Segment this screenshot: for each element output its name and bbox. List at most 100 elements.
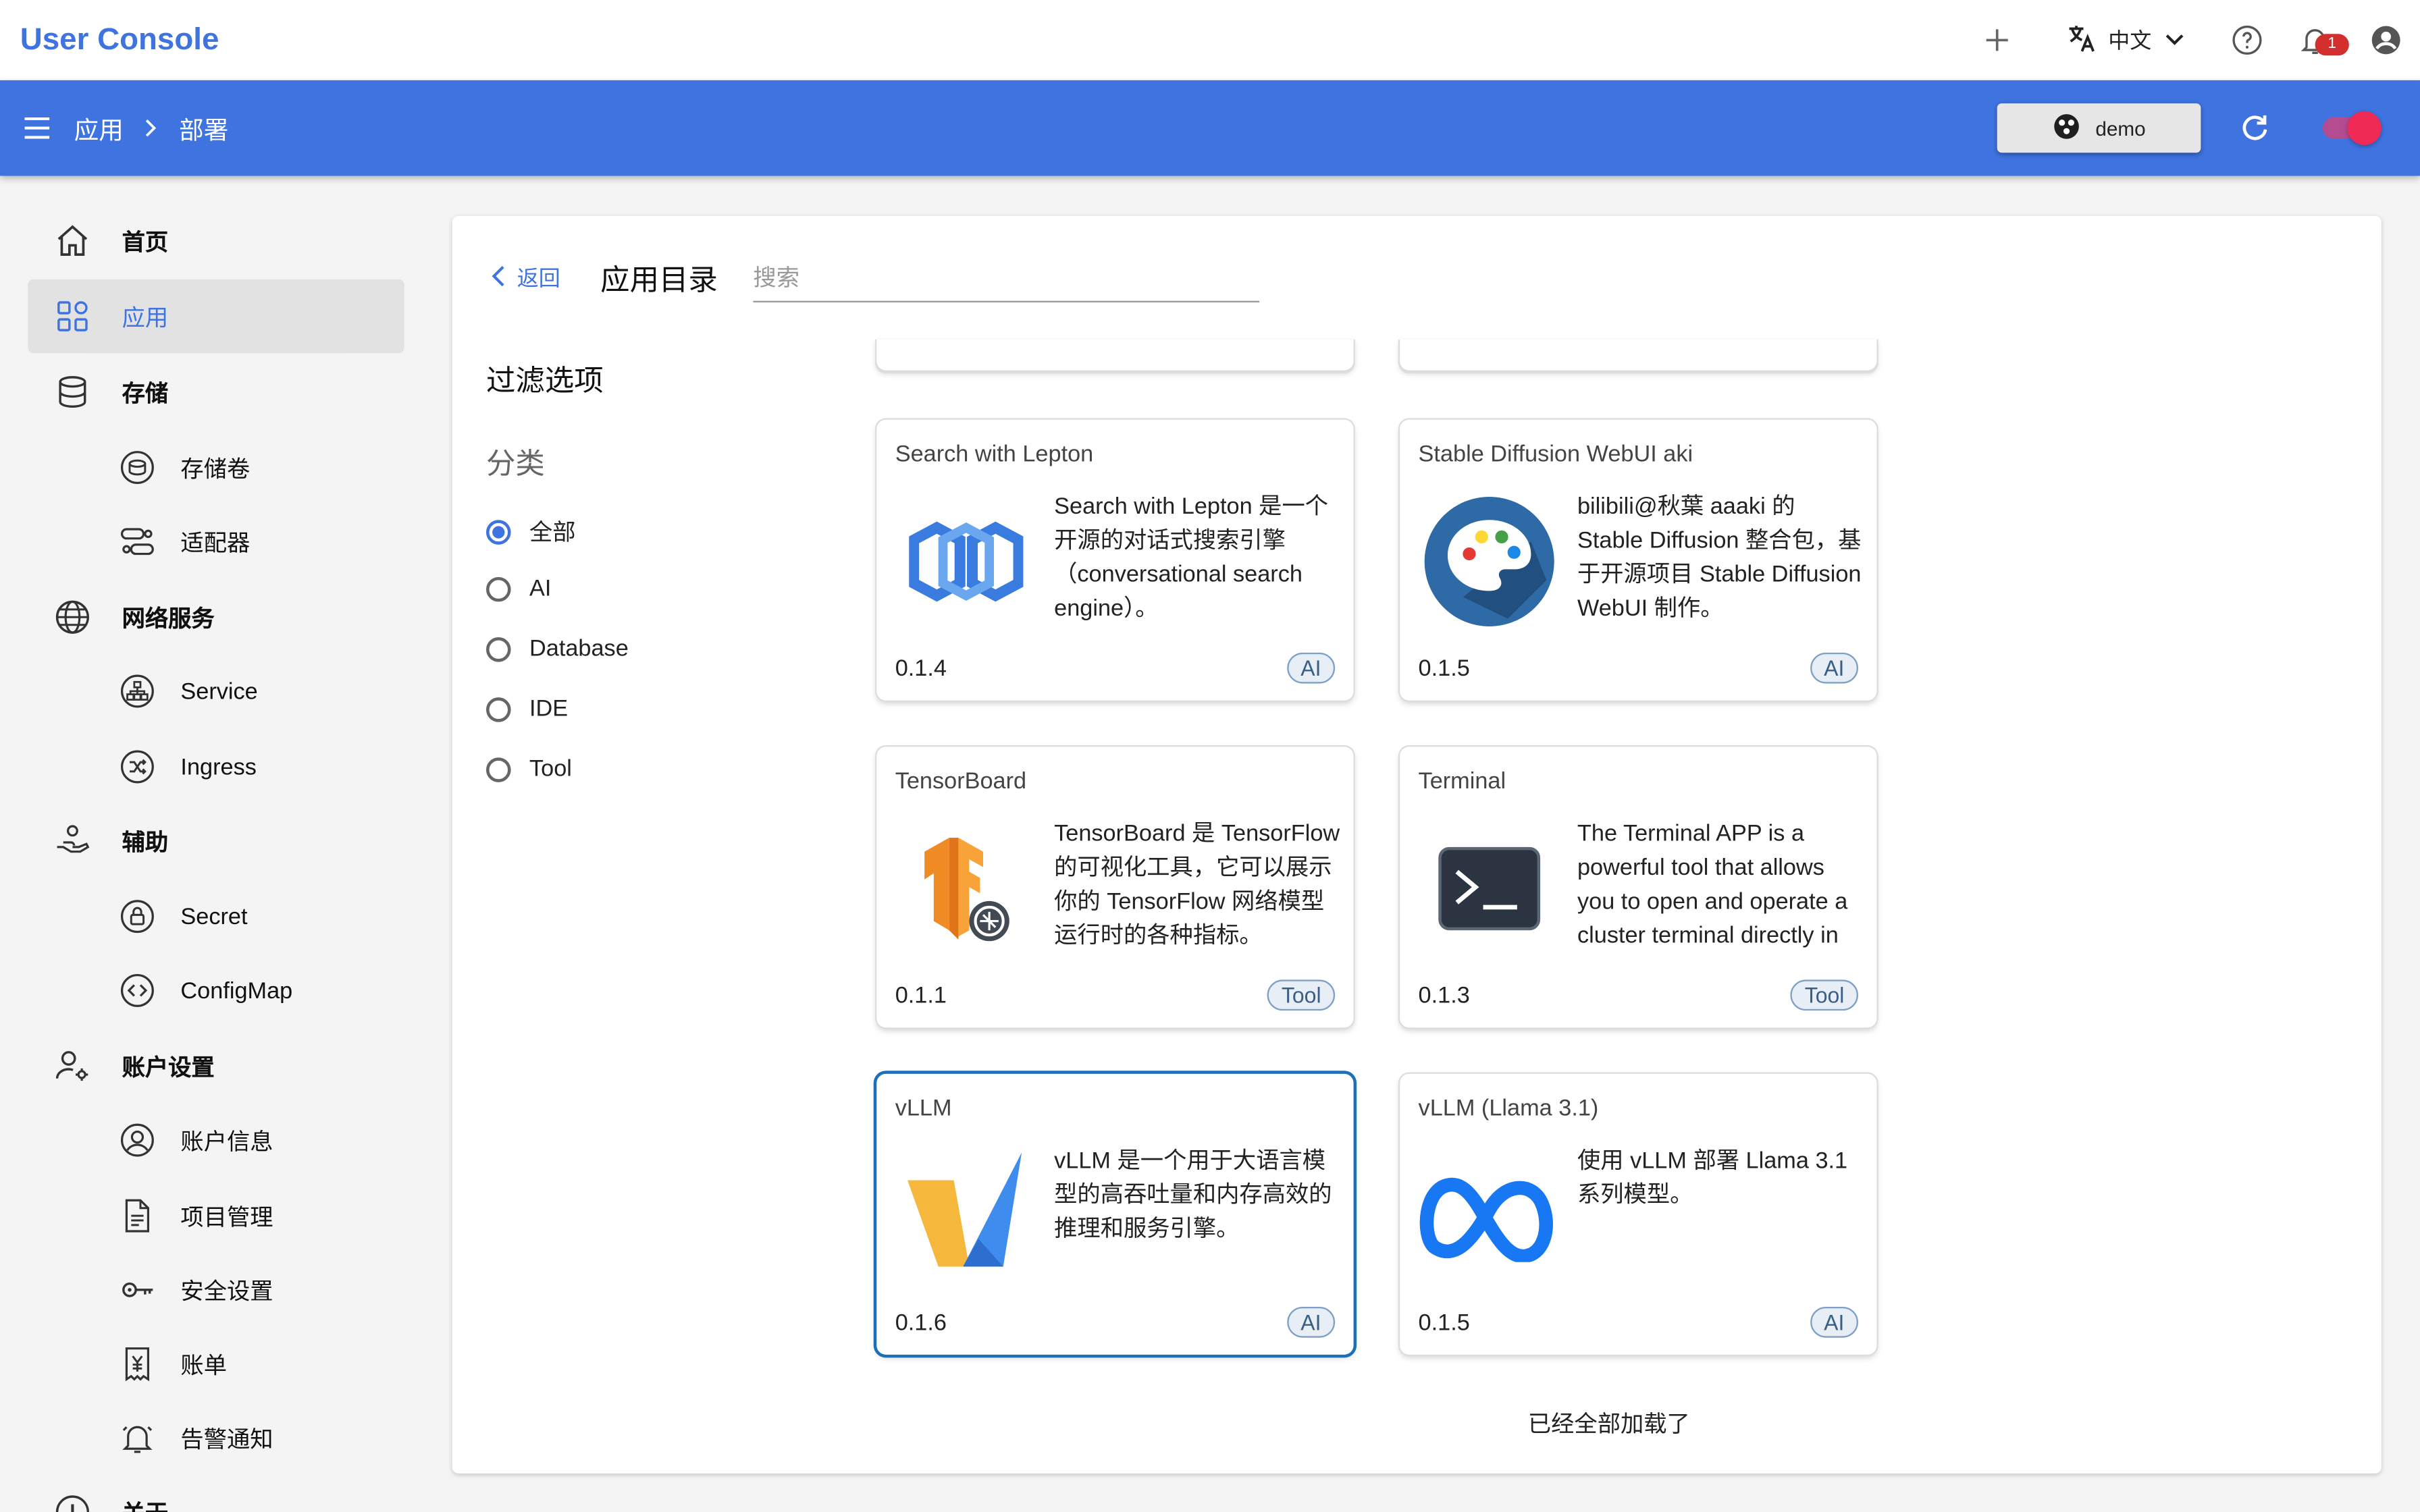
ingress-icon bbox=[119, 749, 156, 786]
app-card-search-with-lepton[interactable]: Search with Lepton Search with Lepton 是一… bbox=[876, 419, 1354, 701]
language-label: 中文 bbox=[2108, 28, 2152, 53]
home-icon bbox=[54, 222, 91, 259]
namespace-label: demo bbox=[2095, 116, 2146, 140]
sidebar-item-network[interactable]: 网络服务 bbox=[28, 580, 404, 654]
volume-icon bbox=[119, 449, 156, 486]
end-of-list-message: 已经全部加载了 bbox=[1527, 1411, 1690, 1438]
radio-button[interactable] bbox=[485, 519, 511, 544]
sidebar: 首页 应用 存储 存储卷 适配器 网络服务 Service Ingress 辅助… bbox=[0, 176, 432, 1512]
sidebar-item-billing[interactable]: 账单 bbox=[28, 1327, 404, 1401]
sidebar-item-projects[interactable]: 项目管理 bbox=[28, 1179, 404, 1253]
app-bar: 应用 部署 demo bbox=[0, 80, 2420, 176]
sidebar-item-account-info[interactable]: 账户信息 bbox=[28, 1103, 404, 1177]
app-title: Search with Lepton bbox=[895, 441, 1094, 468]
app-card-partial[interactable] bbox=[1400, 339, 1877, 371]
app-tag: AI bbox=[1286, 652, 1336, 684]
notification-badge: 1 bbox=[2315, 34, 2349, 56]
category-option-ide[interactable]: IDE bbox=[485, 696, 568, 722]
database-icon bbox=[54, 373, 91, 410]
app-card-vllm[interactable]: vLLM vLLM 是一个用于大语言模型的高吞吐量和内存高效的推理和服务引擎。 … bbox=[876, 1073, 1354, 1355]
category-option-all[interactable]: 全部 bbox=[485, 515, 576, 547]
breadcrumb-deploy: 部署 bbox=[179, 118, 229, 145]
app-description: vLLM 是一个用于大语言模型的高吞吐量和内存高效的推理和服务引擎。 bbox=[1054, 1148, 1332, 1242]
breadcrumb-apps[interactable]: 应用 bbox=[74, 109, 124, 146]
sidebar-item-configmap[interactable]: ConfigMap bbox=[28, 954, 404, 1028]
sidebar-item-apps[interactable]: 应用 bbox=[28, 279, 404, 354]
help-icon[interactable] bbox=[2229, 22, 2266, 59]
sidebar-item-volumes[interactable]: 存储卷 bbox=[28, 431, 404, 505]
breadcrumb: 应用 部署 bbox=[22, 80, 228, 176]
service-icon bbox=[119, 673, 156, 710]
app-tag: AI bbox=[1810, 652, 1858, 684]
back-button[interactable]: 返回 bbox=[490, 263, 560, 294]
code-icon bbox=[119, 972, 156, 1009]
sidebar-item-alerts[interactable]: 告警通知 bbox=[28, 1401, 404, 1475]
meta-logo-icon bbox=[1419, 1145, 1560, 1287]
app-catalog-panel: 返回 应用目录 过滤选项 分类 全部 AI Database IDE Tool bbox=[452, 215, 2382, 1474]
namespace-icon bbox=[2052, 112, 2080, 144]
filter-title: 过滤选项 bbox=[485, 365, 604, 398]
app-description: Search with Lepton 是一个开源的对话式搜索引擎（convers… bbox=[1054, 493, 1329, 622]
language-selector[interactable]: 中文 bbox=[2065, 21, 2188, 59]
app-version: 0.1.1 bbox=[895, 982, 947, 1009]
palette-logo-icon bbox=[1419, 491, 1560, 632]
app-card-tensorboard[interactable]: TensorBoard TensorBoard 是 TensorFlow 的可视… bbox=[876, 747, 1354, 1028]
category-label: 分类 bbox=[485, 449, 545, 482]
apps-icon bbox=[54, 298, 91, 335]
sidebar-item-adapters[interactable]: 适配器 bbox=[28, 504, 404, 578]
app-title: Terminal bbox=[1418, 768, 1506, 795]
app-card-stable-diffusion[interactable]: Stable Diffusion WebUI aki bilibili@秋葉 a… bbox=[1400, 419, 1877, 701]
sidebar-item-security[interactable]: 安全设置 bbox=[28, 1253, 404, 1327]
app-card-vllm-llama[interactable]: vLLM (Llama 3.1) 使用 vLLM 部署 Llama 3.1 系列… bbox=[1400, 1073, 1877, 1355]
lock-icon bbox=[119, 898, 156, 935]
app-tag: AI bbox=[1810, 1306, 1858, 1338]
refresh-icon[interactable] bbox=[2238, 111, 2271, 153]
key-icon bbox=[119, 1271, 156, 1308]
category-option-ai[interactable]: AI bbox=[485, 576, 551, 601]
sidebar-item-ingress[interactable]: Ingress bbox=[28, 730, 404, 804]
sidebar-item-service[interactable]: Service bbox=[28, 654, 404, 728]
app-tag: Tool bbox=[1267, 979, 1336, 1011]
info-icon bbox=[54, 1494, 91, 1512]
app-card-partial[interactable] bbox=[876, 339, 1354, 371]
tensorflow-logo-icon bbox=[895, 817, 1037, 959]
menu-icon[interactable] bbox=[22, 113, 53, 144]
catalog-title: 应用目录 bbox=[600, 265, 718, 298]
search-field[interactable] bbox=[753, 256, 1260, 302]
radio-button[interactable] bbox=[485, 636, 511, 662]
toggle-thumb bbox=[2347, 111, 2382, 145]
app-description: The Terminal APP is a powerful tool that… bbox=[1577, 820, 1848, 949]
back-label: 返回 bbox=[517, 265, 560, 290]
sidebar-item-helpers[interactable]: 辅助 bbox=[28, 804, 404, 878]
account-icon[interactable] bbox=[2367, 22, 2404, 59]
chevron-right-icon bbox=[142, 117, 160, 139]
page: User Console 中文 1 应用 部署 demo 首页 应用 存储 存储… bbox=[0, 0, 2420, 1512]
brand-title[interactable]: User Console bbox=[20, 23, 219, 59]
app-version: 0.1.3 bbox=[1418, 982, 1470, 1009]
vllm-logo-icon bbox=[895, 1145, 1037, 1287]
category-option-database[interactable]: Database bbox=[485, 636, 629, 662]
sidebar-item-account-settings[interactable]: 账户设置 bbox=[28, 1029, 404, 1104]
radio-button[interactable] bbox=[485, 576, 511, 601]
add-icon[interactable] bbox=[1978, 22, 2016, 59]
app-card-terminal[interactable]: Terminal The Terminal APP is a powerful … bbox=[1400, 747, 1877, 1028]
sidebar-item-secret[interactable]: Secret bbox=[28, 880, 404, 954]
lepton-logo-icon bbox=[895, 491, 1037, 632]
sidebar-item-storage[interactable]: 存储 bbox=[28, 355, 404, 429]
app-version: 0.1.5 bbox=[1418, 655, 1470, 682]
radio-button[interactable] bbox=[485, 696, 511, 722]
app-tag: AI bbox=[1286, 1306, 1336, 1338]
namespace-selector[interactable]: demo bbox=[1997, 103, 2201, 153]
app-version: 0.1.5 bbox=[1418, 1310, 1470, 1336]
app-tag: Tool bbox=[1791, 979, 1858, 1011]
sidebar-item-about[interactable]: 关于 bbox=[28, 1475, 404, 1512]
theme-toggle[interactable] bbox=[2322, 111, 2384, 145]
helper-hand-icon bbox=[54, 822, 91, 859]
search-input[interactable] bbox=[753, 256, 1260, 300]
translate-icon bbox=[2065, 21, 2099, 59]
app-description: 使用 vLLM 部署 Llama 3.1 系列模型。 bbox=[1577, 1148, 1848, 1208]
radio-button[interactable] bbox=[485, 757, 511, 782]
category-option-tool[interactable]: Tool bbox=[485, 756, 572, 782]
sidebar-item-home[interactable]: 首页 bbox=[28, 204, 404, 278]
notification-button[interactable]: 1 bbox=[2296, 22, 2349, 59]
